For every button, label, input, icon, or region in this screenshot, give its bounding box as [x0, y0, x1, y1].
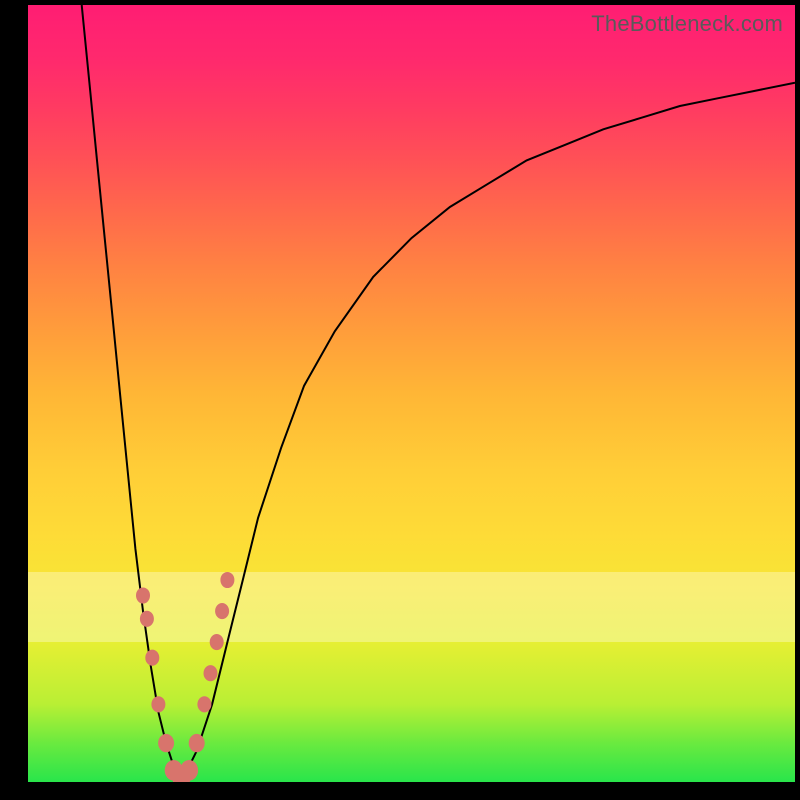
valley-marker	[220, 572, 234, 588]
valley-marker	[158, 734, 174, 752]
right-ascending-curve	[181, 83, 795, 782]
valley-marker	[180, 760, 198, 781]
pale-band-overlay	[28, 572, 795, 642]
valley-marker	[197, 696, 211, 712]
valley-marker	[145, 650, 159, 666]
curves-svg	[28, 5, 795, 782]
valley-marker	[151, 696, 165, 712]
valley-marker	[172, 768, 190, 782]
valley-marker	[215, 603, 229, 619]
valley-marker	[210, 634, 224, 650]
valley-marker	[136, 587, 150, 603]
plot-area: TheBottleneck.com	[28, 5, 795, 782]
valley-marker	[140, 611, 154, 627]
left-descending-curve	[82, 5, 182, 782]
valley-marker	[204, 665, 218, 681]
valley-marker	[189, 734, 205, 752]
chart-frame: TheBottleneck.com	[0, 0, 800, 800]
valley-markers	[136, 572, 234, 782]
valley-marker	[165, 760, 183, 781]
watermark-text: TheBottleneck.com	[591, 11, 783, 37]
